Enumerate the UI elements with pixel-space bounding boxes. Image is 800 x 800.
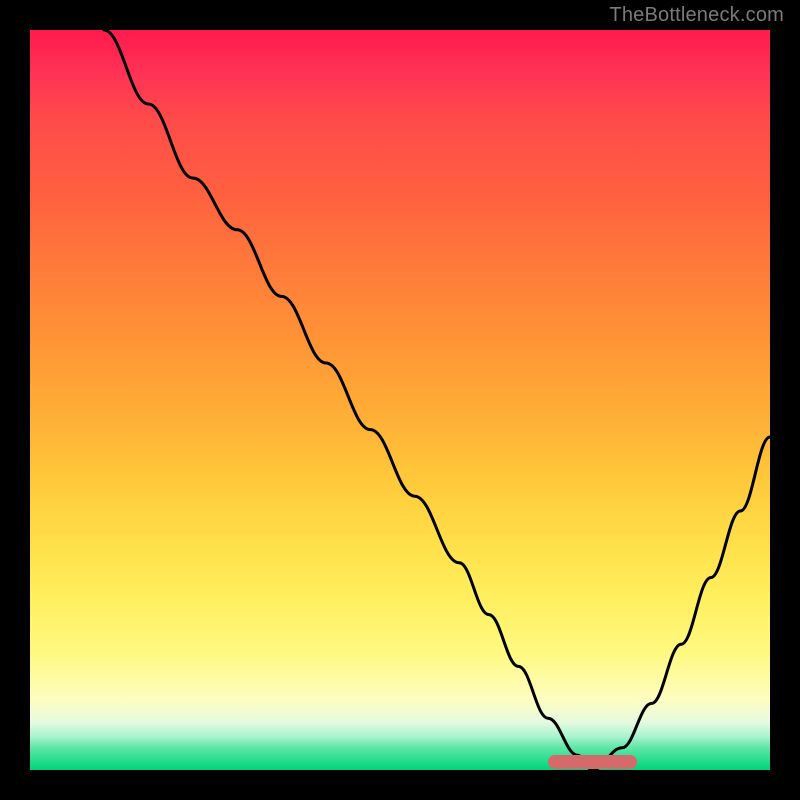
bottleneck-curve-svg (30, 30, 770, 770)
bottleneck-curve (104, 30, 770, 770)
plot-area (30, 30, 770, 770)
watermark-text: TheBottleneck.com (609, 4, 784, 27)
chart-frame: TheBottleneck.com (0, 0, 800, 800)
optimum-range-bar (548, 755, 637, 769)
